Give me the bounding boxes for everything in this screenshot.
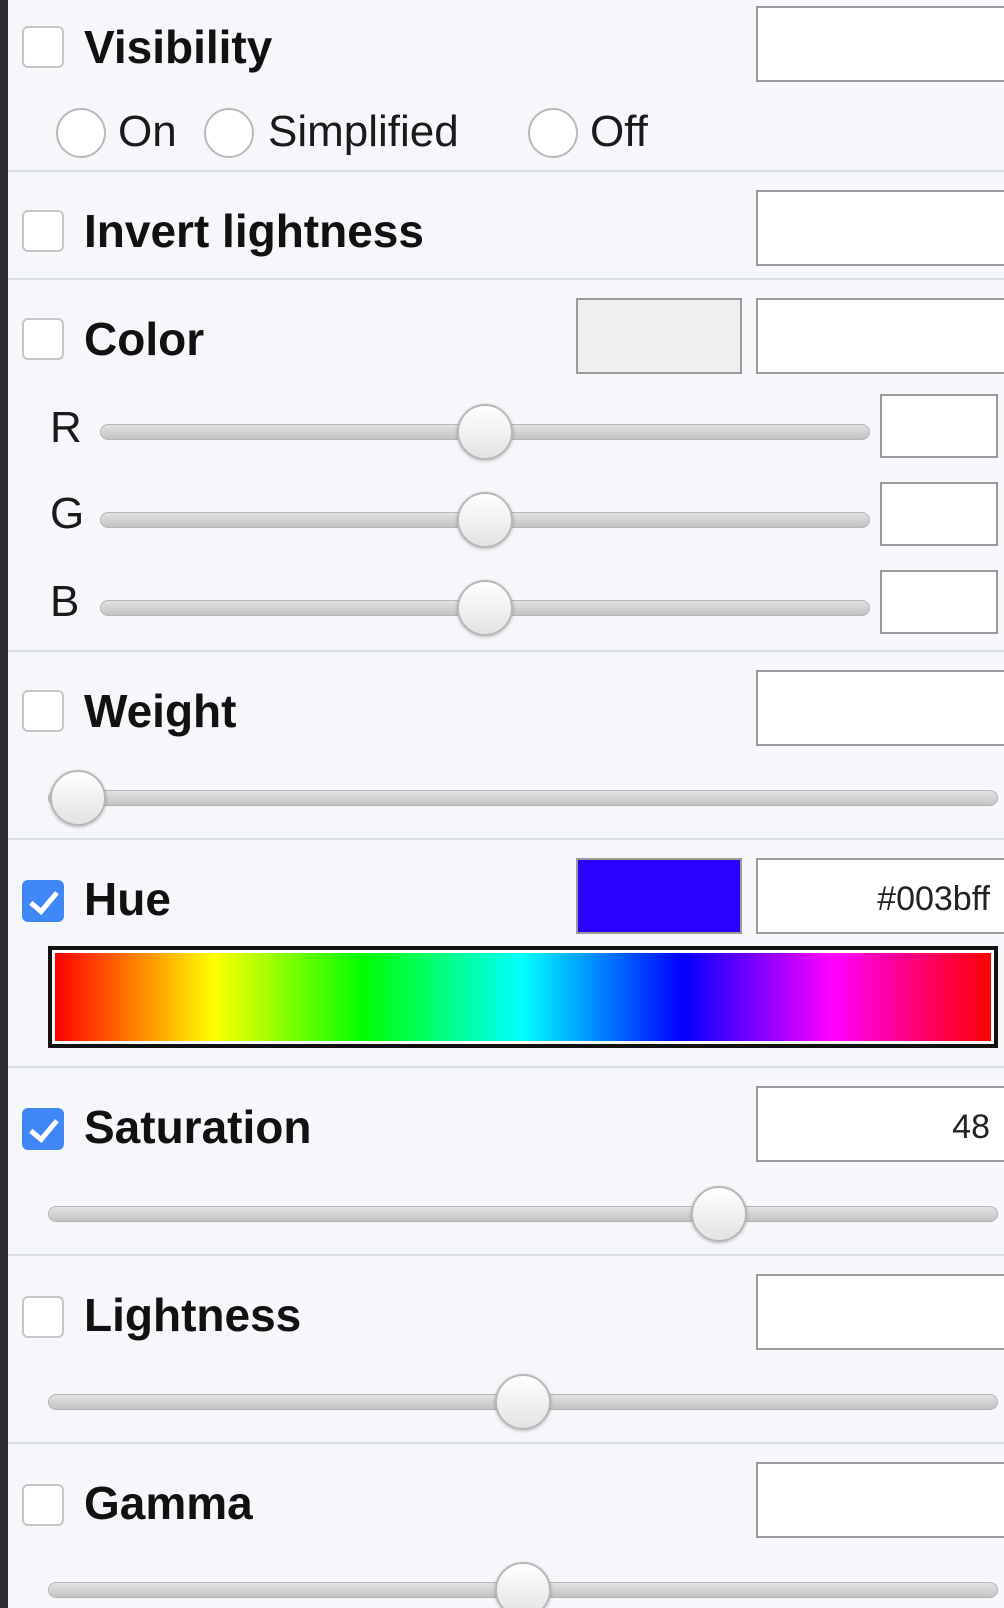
red-slider-thumb[interactable]	[457, 404, 513, 460]
hue-swatch[interactable]	[576, 858, 742, 934]
weight-label: Weight	[84, 685, 237, 737]
section-divider	[8, 1442, 1004, 1444]
color-value-field[interactable]	[756, 298, 1004, 374]
invert-lightness-value-field[interactable]	[756, 190, 1004, 266]
blue-channel-label: B	[50, 577, 80, 626]
weight-checkbox[interactable]	[22, 690, 64, 732]
hue-label: Hue	[84, 873, 171, 925]
section-divider	[8, 278, 1004, 280]
section-divider	[8, 838, 1004, 840]
hue-spectrum-bar[interactable]	[48, 946, 998, 1048]
invert-lightness-checkbox[interactable]	[22, 210, 64, 252]
style-editor-frame: Visibility On Simplified Off Invert ligh…	[0, 0, 1004, 1608]
visibility-checkbox[interactable]	[22, 26, 64, 68]
hue-spectrum-gradient	[55, 953, 991, 1041]
weight-slider-thumb[interactable]	[50, 770, 106, 826]
section-divider	[8, 170, 1004, 172]
blue-value-field[interactable]	[880, 570, 998, 634]
red-channel-label: R	[50, 403, 82, 452]
visibility-off-radio[interactable]	[528, 108, 578, 158]
green-slider-thumb[interactable]	[457, 492, 513, 548]
visibility-on-radio[interactable]	[56, 108, 106, 158]
saturation-label: Saturation	[84, 1101, 312, 1153]
lightness-checkbox[interactable]	[22, 1296, 64, 1338]
hue-checkbox[interactable]	[22, 880, 64, 922]
gamma-value-field[interactable]	[756, 1462, 1004, 1538]
blue-slider-thumb[interactable]	[457, 580, 513, 636]
visibility-simplified-radio[interactable]	[204, 108, 254, 158]
section-divider	[8, 1066, 1004, 1068]
visibility-value-field[interactable]	[756, 6, 1004, 82]
green-channel-label: G	[50, 489, 85, 538]
color-label: Color	[84, 313, 205, 365]
hue-value-field[interactable]: #003bff	[756, 858, 1004, 934]
lightness-label: Lightness	[84, 1289, 302, 1341]
gamma-checkbox[interactable]	[22, 1484, 64, 1526]
window-edge	[0, 0, 8, 1608]
green-value-field[interactable]	[880, 482, 998, 546]
saturation-slider-thumb[interactable]	[690, 1186, 747, 1242]
visibility-off-label: Off	[590, 107, 648, 156]
section-divider	[8, 650, 1004, 652]
red-value-field[interactable]	[880, 394, 998, 458]
lightness-value-field[interactable]	[756, 1274, 1004, 1350]
color-checkbox[interactable]	[22, 318, 64, 360]
visibility-simplified-label: Simplified	[268, 107, 459, 156]
invert-lightness-label: Invert lightness	[84, 205, 424, 257]
visibility-label: Visibility	[84, 21, 273, 73]
weight-slider-track[interactable]	[48, 790, 998, 806]
saturation-checkbox[interactable]	[22, 1108, 64, 1150]
section-divider	[8, 1254, 1004, 1256]
saturation-value-field[interactable]: 48	[756, 1086, 1004, 1162]
gamma-label: Gamma	[84, 1477, 253, 1529]
weight-value-field[interactable]	[756, 670, 1004, 746]
lightness-slider-thumb[interactable]	[495, 1374, 551, 1430]
saturation-slider-track[interactable]	[48, 1206, 998, 1222]
visibility-on-label: On	[118, 107, 177, 156]
color-swatch[interactable]	[576, 298, 742, 374]
